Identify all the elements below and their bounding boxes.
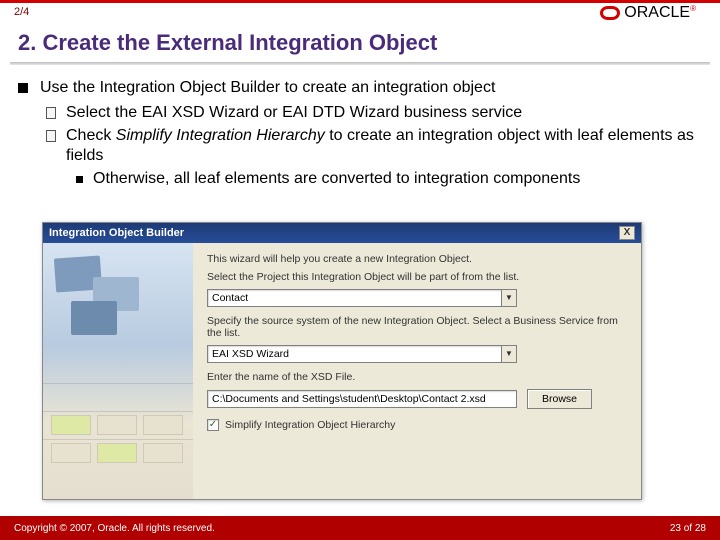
slide-content: Use the Integration Object Builder to cr…: [18, 78, 702, 192]
file-path-input[interactable]: [207, 390, 517, 408]
simplify-checkbox-row[interactable]: ✓ Simplify Integration Object Hierarchy: [207, 419, 627, 431]
cell-icon: [97, 415, 137, 435]
chevron-down-icon[interactable]: ▼: [501, 289, 517, 307]
divider: [43, 383, 193, 384]
cell-icon: [51, 415, 91, 435]
wizard-titlebar: Integration Object Builder X: [43, 223, 641, 243]
wizard-body: This wizard will help you create a new I…: [43, 243, 641, 499]
wizard-window: Integration Object Builder X This wizard…: [42, 222, 642, 500]
top-red-bar: [0, 0, 720, 3]
small-square-bullet-icon: [76, 176, 83, 183]
oracle-logo: ORACLE®: [600, 4, 696, 22]
bullet-text: Check Simplify Integration Hierarchy to …: [66, 126, 702, 168]
hollow-bullet-icon: [46, 107, 56, 119]
bullet-text: Use the Integration Object Builder to cr…: [40, 78, 495, 99]
divider: [43, 439, 193, 440]
copyright-text: Copyright © 2007, Oracle. All rights res…: [14, 523, 215, 534]
source-input[interactable]: [207, 345, 501, 363]
bullet-level2: Check Simplify Integration Hierarchy to …: [46, 126, 702, 168]
checkbox-label: Simplify Integration Object Hierarchy: [225, 419, 395, 431]
chevron-down-icon[interactable]: ▼: [501, 345, 517, 363]
cell-icon: [51, 443, 91, 463]
project-input[interactable]: [207, 289, 501, 307]
bullet-level2: Select the EAI XSD Wizard or EAI DTD Wiz…: [46, 103, 702, 124]
wizard-title-text: Integration Object Builder: [49, 227, 184, 239]
oracle-o-icon: [600, 6, 620, 20]
divider: [43, 411, 193, 412]
hollow-bullet-icon: [46, 130, 56, 142]
checkbox-icon[interactable]: ✓: [207, 419, 219, 431]
wizard-intro: This wizard will help you create a new I…: [207, 253, 627, 265]
project-combo[interactable]: ▼: [207, 289, 517, 307]
page-indicator: 2/4: [14, 6, 29, 18]
bullet-level3: Otherwise, all leaf elements are convert…: [76, 169, 702, 190]
source-combo[interactable]: ▼: [207, 345, 517, 363]
square-bullet-icon: [18, 83, 28, 93]
title-underline: [10, 62, 710, 65]
bullet-text: Select the EAI XSD Wizard or EAI DTD Wiz…: [66, 103, 522, 124]
slide-title: 2. Create the External Integration Objec…: [18, 30, 437, 56]
project-label: Select the Project this Integration Obje…: [207, 271, 627, 283]
close-button[interactable]: X: [619, 226, 635, 240]
cell-icon: [97, 443, 137, 463]
wizard-side-graphic: [43, 243, 193, 499]
folder-icon: [71, 301, 117, 335]
source-label: Specify the source system of the new Int…: [207, 315, 627, 339]
wizard-main: This wizard will help you create a new I…: [193, 243, 641, 499]
cell-icon: [143, 443, 183, 463]
bullet-level1: Use the Integration Object Builder to cr…: [18, 78, 702, 99]
browse-button[interactable]: Browse: [527, 389, 592, 409]
oracle-logo-text: ORACLE®: [624, 4, 696, 22]
footer-bar: Copyright © 2007, Oracle. All rights res…: [0, 516, 720, 540]
page-number: 23 of 28: [670, 523, 706, 534]
file-label: Enter the name of the XSD File.: [207, 371, 627, 383]
bullet-text: Otherwise, all leaf elements are convert…: [93, 169, 580, 190]
cell-icon: [143, 415, 183, 435]
